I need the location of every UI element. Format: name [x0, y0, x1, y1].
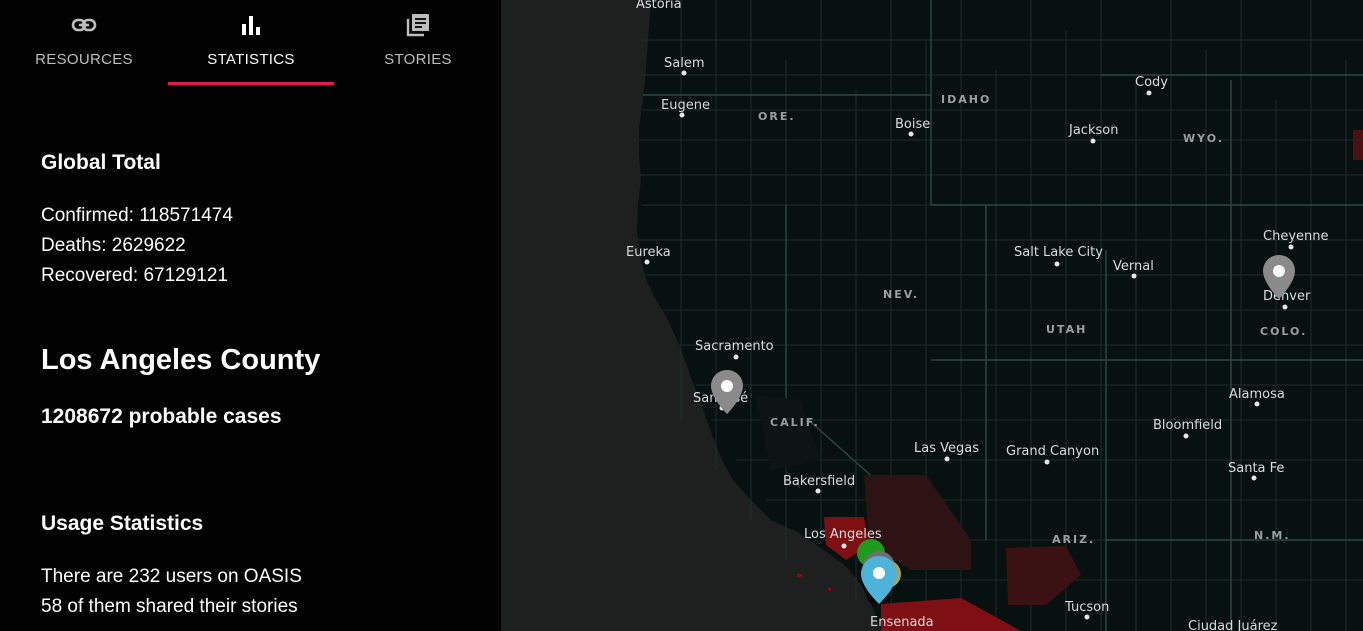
city-label-grand-canyon: Grand Canyon [1006, 444, 1099, 459]
state-label-utah: UTAH [1046, 323, 1087, 336]
recovered-count: Recovered: 67129121 [41, 265, 228, 286]
city-label-ciudad-juarez: Ciudad Juárez [1188, 619, 1278, 631]
confirmed-count: Confirmed: 118571474 [41, 205, 233, 226]
state-label-ariz: ARIZ. [1052, 533, 1095, 546]
state-label-colo: COLO. [1260, 325, 1307, 338]
island [797, 574, 802, 577]
city-label-santa-fe: Santa Fe [1228, 461, 1284, 476]
state-label-nev: NEV. [883, 288, 919, 301]
library-books-icon [335, 12, 501, 38]
city-label-eugene: Eugene [661, 98, 710, 113]
usage-statistics-heading: Usage Statistics [41, 512, 204, 535]
city-label-salt-lake-city: Salt Lake City [1014, 245, 1103, 260]
city-label-salem: Salem [664, 56, 705, 71]
map[interactable]: IDAHO ORE. WYO. NEV. UTAH COLO. CALIF. A… [501, 0, 1363, 631]
tab-resources-label: RESOURCES [35, 51, 133, 68]
county-cases: 1208672 probable cases [41, 405, 282, 428]
deaths-count: Deaths: 2629622 [41, 235, 186, 256]
city-label-sacramento: Sacramento [695, 339, 774, 354]
tab-resources[interactable]: RESOURCES [1, 0, 167, 85]
state-label-idaho: IDAHO [941, 93, 991, 106]
city-label-bloomfield: Bloomfield [1153, 418, 1222, 433]
shared-stories-count: 58 of them shared their stories [41, 596, 298, 617]
map-canvas[interactable]: IDAHO ORE. WYO. NEV. UTAH COLO. CALIF. A… [501, 0, 1363, 631]
tab-stories-label: STORIES [384, 51, 452, 68]
state-label-ore: ORE. [758, 110, 796, 123]
city-label-eureka: Eureka [626, 245, 671, 260]
island [828, 588, 831, 591]
global-total-heading: Global Total [41, 151, 161, 174]
city-label-vernal: Vernal [1113, 259, 1154, 274]
users-count: There are 232 users on OASIS [41, 566, 302, 587]
city-label-las-vegas: Las Vegas [914, 441, 979, 456]
city-label-alamosa: Alamosa [1229, 387, 1285, 402]
city-label-ensenada: Ensenada [870, 615, 934, 630]
tab-statistics-label: STATISTICS [207, 51, 295, 68]
sidebar: RESOURCES STATISTICS STORIES Global Tota… [0, 0, 501, 631]
city-label-tucson: Tucson [1064, 600, 1109, 615]
link-icon [1, 12, 167, 38]
state-label-nm: N.M. [1254, 529, 1291, 542]
city-label-boise: Boise [895, 117, 930, 132]
city-label-jackson: Jackson [1068, 123, 1118, 138]
city-label-cheyenne: Cheyenne [1263, 229, 1328, 244]
city-label-cody: Cody [1135, 75, 1168, 90]
tab-bar: RESOURCES STATISTICS STORIES [0, 0, 501, 85]
state-label-calif: CALIF. [770, 416, 820, 429]
tab-statistics[interactable]: STATISTICS [168, 0, 334, 85]
city-label-denver: Denver [1263, 289, 1311, 304]
city-label-bakersfield: Bakersfield [783, 474, 855, 489]
mid-case-region-co [1353, 130, 1363, 160]
active-tab-indicator [168, 82, 334, 85]
state-label-wyo: WYO. [1183, 132, 1224, 145]
bar-chart-icon [168, 12, 334, 38]
city-label-astoria: Astoria [636, 0, 682, 12]
county-name: Los Angeles County [41, 344, 321, 376]
tab-stories[interactable]: STORIES [335, 0, 501, 85]
